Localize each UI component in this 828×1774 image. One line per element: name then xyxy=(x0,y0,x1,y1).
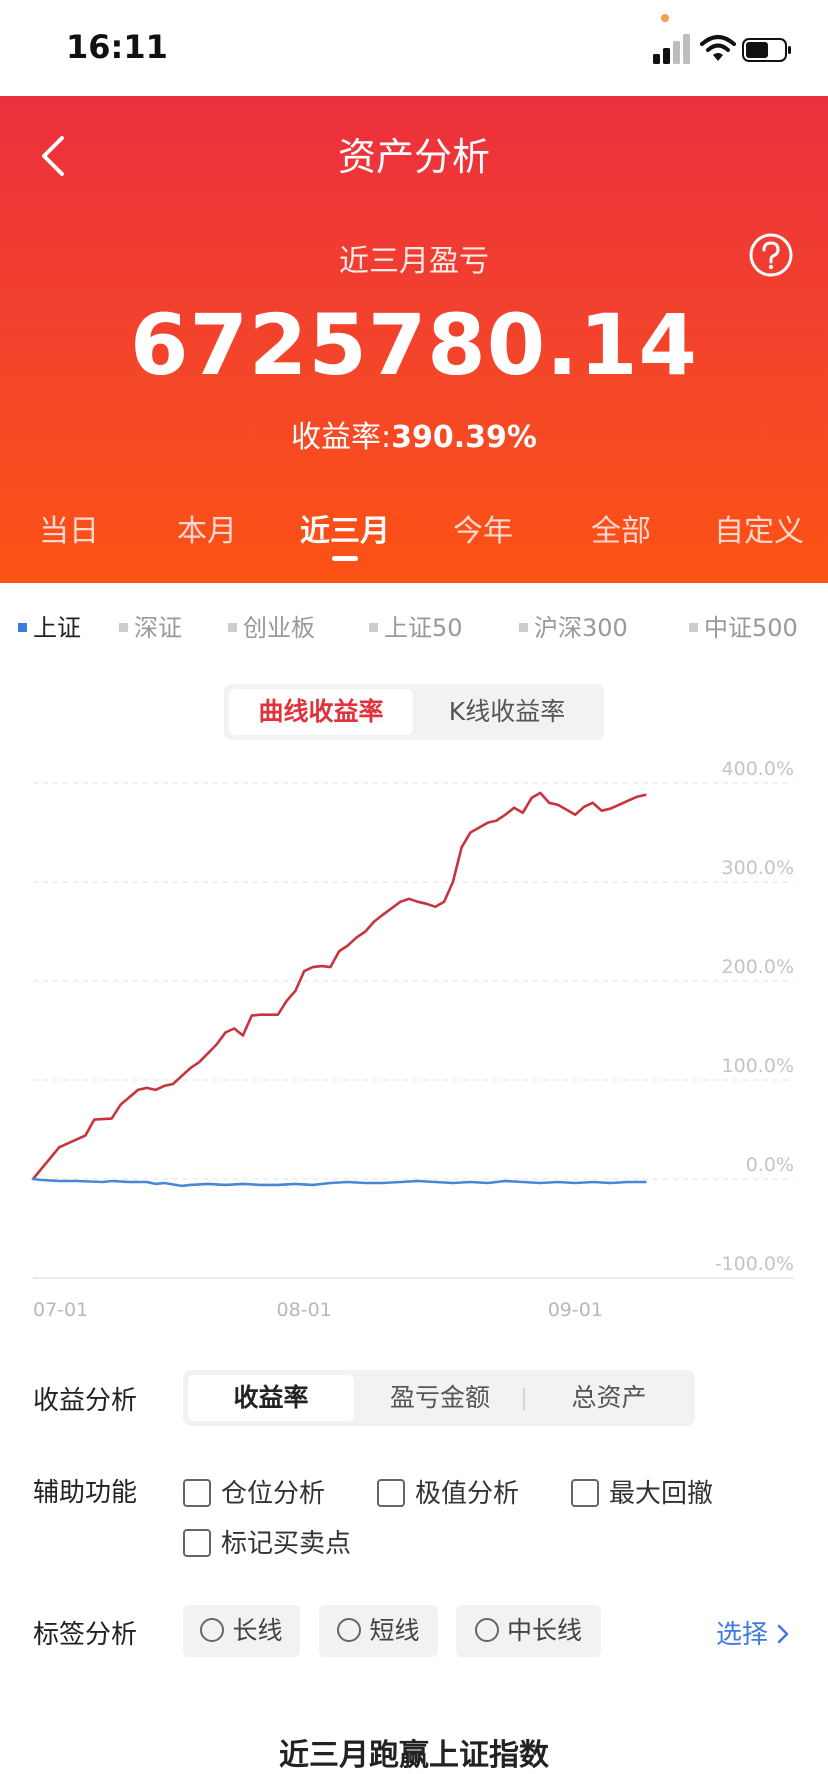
beat-index-heading: 近三月跑赢上证指数 xyxy=(279,1738,549,1773)
index-tabs: 上证 深证 创业板 上证50 沪深300 中证500 xyxy=(0,600,828,650)
y-tick-label: 0.0% xyxy=(746,1154,794,1176)
index-tab-csi300[interactable]: 沪深300 xyxy=(519,608,628,643)
select-tags-link[interactable]: 选择 xyxy=(716,1614,790,1651)
chevron-right-icon xyxy=(778,1624,789,1643)
period-tab-all[interactable]: 全部 xyxy=(552,496,690,583)
y-tick-label: 300.0% xyxy=(722,857,794,879)
curve-yield-button[interactable]: 曲线收益率 xyxy=(229,689,413,735)
yield-rate: 收益率:390.39% xyxy=(0,412,828,456)
tags-label: 标签分析 xyxy=(33,1620,138,1650)
index-tab-sse[interactable]: 上证 xyxy=(18,608,81,643)
period-tab-month[interactable]: 本月 xyxy=(138,496,276,583)
checkbox-extreme-analysis[interactable]: 极值分析 xyxy=(377,1473,519,1510)
period-tabs: 当日 本月 近三月 今年 全部 自定义 xyxy=(0,496,828,583)
asset-summary-header: 资产分析 近三月盈亏 6725780.14 收益率:390.39% 当日 本月 … xyxy=(0,96,828,583)
period-label: 近三月盈亏 xyxy=(339,244,489,279)
analysis-option-yield[interactable]: 收益率 xyxy=(188,1375,354,1421)
yield-line-chart: 400.0% 300.0% 200.0% 100.0% 0.0% -100.0% 07-01… xyxy=(31,758,794,1321)
tag-mid-long-term[interactable]: 中长线 xyxy=(456,1605,601,1657)
y-tick-label: -100.0% xyxy=(715,1253,794,1275)
tag-short-term[interactable]: 短线 xyxy=(319,1605,438,1657)
status-bar: 16:11 xyxy=(0,0,828,96)
analysis-label: 收益分析 xyxy=(33,1386,138,1416)
index-yield-line xyxy=(31,1177,647,1188)
period-tab-custom[interactable]: 自定义 xyxy=(690,496,828,583)
cellular-signal-icon xyxy=(653,34,690,64)
period-tab-year[interactable]: 今年 xyxy=(414,496,552,583)
tag-long-term[interactable]: 长线 xyxy=(183,1605,300,1657)
y-tick-label: 200.0% xyxy=(722,956,794,978)
period-tab-today[interactable]: 当日 xyxy=(0,496,138,583)
analysis-option-pnl[interactable]: 盈亏金额 xyxy=(357,1375,523,1421)
analysis-segmented-control: 收益率 盈亏金额 总资产 xyxy=(183,1370,695,1426)
index-tab-chinext[interactable]: 创业板 xyxy=(228,608,315,643)
x-tick-label: 09-01 xyxy=(548,1299,603,1321)
chart-mode-toggle: 曲线收益率 K线收益率 xyxy=(224,684,604,740)
status-time: 16:11 xyxy=(66,28,168,66)
battery-icon xyxy=(742,38,791,62)
checkbox-position-analysis[interactable]: 仓位分析 xyxy=(183,1473,325,1510)
segment-divider xyxy=(523,1388,525,1410)
profit-amount: 6725780.14 xyxy=(130,296,698,394)
checkbox-max-drawdown[interactable]: 最大回撤 xyxy=(571,1473,713,1510)
x-tick-label: 07-01 xyxy=(33,1299,88,1321)
analysis-option-total-assets[interactable]: 总资产 xyxy=(526,1375,692,1421)
index-tab-szse[interactable]: 深证 xyxy=(119,608,182,643)
wifi-icon xyxy=(700,35,736,61)
checkbox-mark-trade-points[interactable]: 标记买卖点 xyxy=(183,1523,351,1560)
y-tick-label: 400.0% xyxy=(722,758,794,780)
yield-value: 390.39% xyxy=(391,420,537,455)
period-tab-three-months[interactable]: 近三月 xyxy=(276,496,414,583)
page-title: 资产分析 xyxy=(337,135,490,179)
yield-label: 收益率: xyxy=(291,420,392,455)
privacy-indicator-dot xyxy=(661,14,669,22)
x-tick-label: 08-01 xyxy=(277,1299,332,1321)
y-tick-label: 100.0% xyxy=(722,1055,794,1077)
strategy-yield-line xyxy=(31,791,647,1181)
aux-label: 辅助功能 xyxy=(33,1478,138,1508)
kline-yield-button[interactable]: K线收益率 xyxy=(414,689,600,735)
index-tab-sse50[interactable]: 上证50 xyxy=(369,608,463,643)
index-tab-csi500[interactable]: 中证500 xyxy=(689,608,798,643)
help-icon[interactable] xyxy=(748,232,794,278)
